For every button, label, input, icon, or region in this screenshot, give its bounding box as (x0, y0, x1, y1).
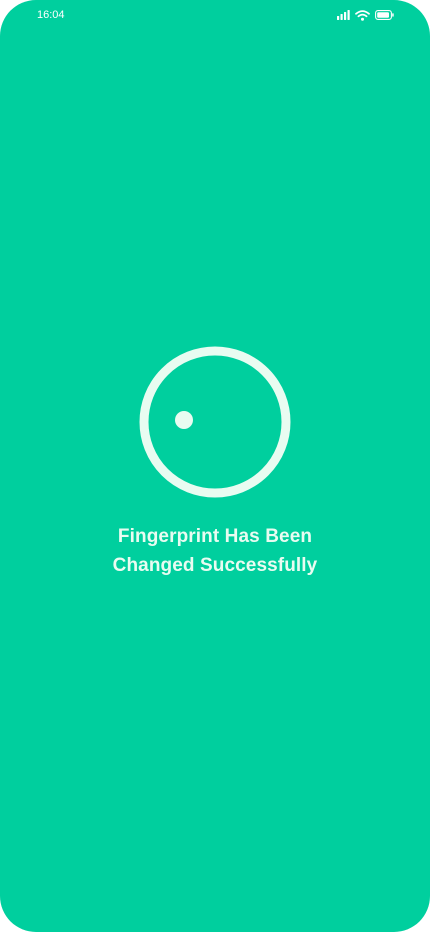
spinner-ring (139, 346, 291, 498)
loading-spinner-icon (138, 345, 292, 499)
status-time: 16:04 (37, 9, 65, 21)
success-message-line-2: Changed Successfully (112, 555, 318, 576)
success-message-line-1: Fingerprint Has Been (117, 526, 313, 547)
success-message: Fingerprint Has Been Changed Successfull… (60, 522, 370, 580)
success-screen: 16:04 Fingerprint Has Been Changed Succe… (0, 0, 430, 932)
status-icons (337, 9, 394, 21)
status-bar: 16:04 (0, 0, 430, 30)
signal-icon (337, 10, 350, 20)
spinner-dot (175, 411, 193, 429)
battery-icon (375, 10, 394, 20)
wifi-icon (355, 9, 370, 21)
